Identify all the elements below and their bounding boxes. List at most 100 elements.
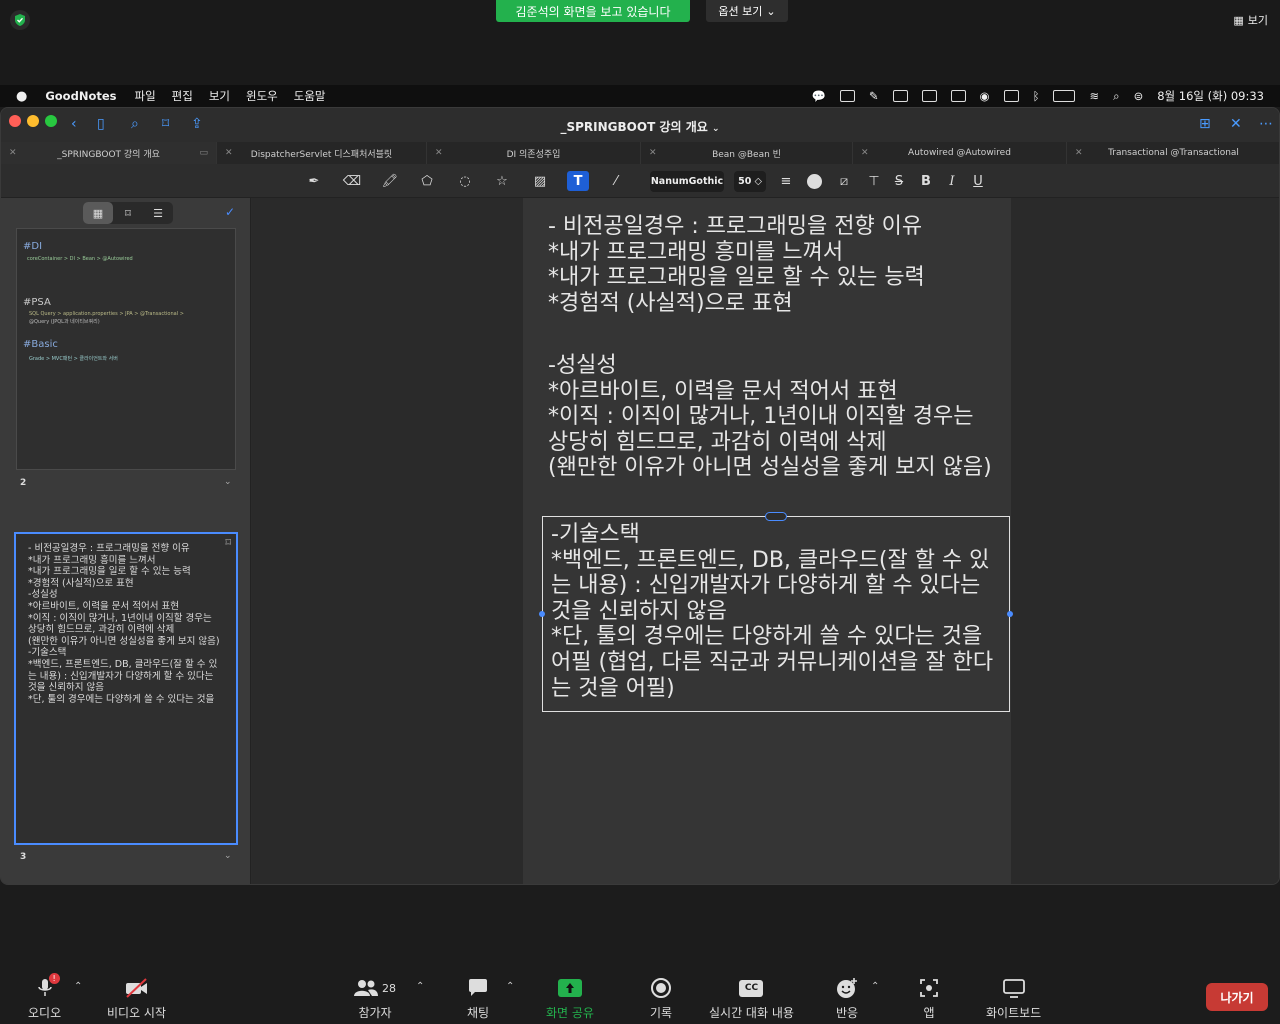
search-icon[interactable]: ⌕ xyxy=(1113,89,1119,104)
app-menu[interactable]: GoodNotes xyxy=(45,89,116,103)
elements-icon[interactable]: ☆ xyxy=(491,171,513,191)
keyboard-icon[interactable] xyxy=(1003,90,1019,102)
text-block-non-major[interactable]: - 비전공일경우 : 프로그래밍을 전향 이유 *내가 프로그래밍 흥미를 느껴… xyxy=(548,214,925,316)
share-screen-button[interactable]: 화면 공유 xyxy=(546,977,594,1021)
bookmarks-view-icon[interactable]: ⌑ xyxy=(113,202,143,224)
font-name-selector[interactable]: NanumGothic xyxy=(650,171,724,192)
control-center-icon[interactable]: ⊜ xyxy=(1134,89,1144,103)
chevron-down-icon[interactable]: ⌄ xyxy=(224,477,232,487)
menu-help[interactable]: 도움말 xyxy=(294,88,326,104)
close-icon[interactable]: ✕ xyxy=(1075,148,1083,158)
laser-pointer-icon[interactable]: ⁄ xyxy=(605,171,627,191)
security-shield-icon[interactable] xyxy=(10,10,30,30)
cloud-icon[interactable] xyxy=(950,90,966,102)
outline-view-icon[interactable]: ☰ xyxy=(143,202,173,224)
page-thumbnail-2[interactable]: #DI coreContainer > DI > Bean > @Autowir… xyxy=(16,228,236,470)
tab-autowired[interactable]: ✕ Autowired @Autowired xyxy=(853,142,1067,164)
audio-button[interactable]: ! 오디오 xyxy=(28,973,61,1021)
reactions-button[interactable]: 반응 xyxy=(834,977,860,1021)
bookmark-icon[interactable]: ⌑ xyxy=(225,536,231,549)
add-page-icon[interactable]: ⊞ xyxy=(1199,116,1211,132)
close-icon[interactable]: ✕ xyxy=(225,148,233,158)
close-icon[interactable]: ✕ xyxy=(861,148,869,158)
close-icon[interactable]: ✕ xyxy=(9,148,17,158)
apps-button[interactable]: 앱 xyxy=(916,977,942,1021)
title-bar: ‹ ▯ ⌕ ⌑ ⇪ _SPRINGBOOT 강의 개요 ⌄ ⊞ ✕ ⋯ xyxy=(1,108,1279,142)
video-button[interactable]: 비디오 시작 xyxy=(107,977,166,1021)
menu-view[interactable]: 보기 xyxy=(209,88,230,104)
close-icon[interactable]: ✕ xyxy=(435,148,443,158)
pen-status-icon[interactable]: ✎ xyxy=(869,89,879,103)
shape-tool-icon[interactable]: ⬠ xyxy=(416,171,438,191)
drive-icon[interactable] xyxy=(892,90,908,102)
split-view-icon[interactable]: ▭ xyxy=(199,148,208,158)
messages-icon[interactable]: 💬 xyxy=(812,89,826,103)
font-size-selector[interactable]: 50 ◇ xyxy=(734,171,766,192)
reactions-options-caret[interactable]: ⌃ xyxy=(871,981,879,992)
reactions-icon xyxy=(834,977,860,999)
screen-icon[interactable] xyxy=(921,90,937,102)
battery-icon[interactable] xyxy=(1053,90,1076,102)
chevron-down-icon[interactable]: ⌄ xyxy=(224,851,232,861)
strikethrough-icon[interactable]: S xyxy=(888,171,910,191)
thumbnails-view-icon[interactable]: ▦ xyxy=(83,202,113,224)
apple-icon[interactable]: ● xyxy=(16,89,27,104)
tab-bean[interactable]: ✕ Bean @Bean 빈 xyxy=(641,142,853,164)
text-tool-icon[interactable]: T xyxy=(567,171,589,191)
text-block-tech-stack[interactable]: -기술스택 *백엔드, 프론트엔드, DB, 클라우드(잘 할 수 있 는 내용… xyxy=(551,522,993,701)
text-color-icon[interactable] xyxy=(803,171,825,191)
selected-text-box[interactable]: -기술스택 *백엔드, 프론트엔드, DB, 클라우드(잘 할 수 있 는 내용… xyxy=(539,512,1013,712)
participants-button[interactable]: 28 참가자 xyxy=(350,977,400,1021)
screen-share-banner: 김준석의 화면을 보고 있습니다 xyxy=(496,0,690,22)
select-pages-icon[interactable]: ✓ xyxy=(225,205,235,219)
tab-dispatcherservlet[interactable]: ✕ DispatcherServlet 디스패처서블릿 xyxy=(217,142,427,164)
image-icon[interactable]: ▨ xyxy=(529,171,551,191)
document-title[interactable]: _SPRINGBOOT 강의 개요 ⌄ xyxy=(1,118,1279,135)
close-icon[interactable]: ✕ xyxy=(1230,116,1242,132)
bold-icon[interactable]: B xyxy=(915,171,937,191)
tab-springboot[interactable]: ✕ _SPRINGBOOT 강의 개요 ▭ xyxy=(1,142,217,164)
tab-transactional[interactable]: ✕ Transactional @Transactional xyxy=(1067,142,1279,164)
pen-icon[interactable]: ✒ xyxy=(303,171,325,191)
tab-di[interactable]: ✕ DI 의존성주입 xyxy=(427,142,641,164)
whiteboard-button[interactable]: 화이트보드 xyxy=(986,977,1041,1021)
lasso-icon[interactable]: ◌ xyxy=(454,171,476,191)
window-layout-icon[interactable] xyxy=(839,90,855,102)
note-canvas[interactable]: - 비전공일경우 : 프로그래밍을 전향 이유 *내가 프로그래밍 흥미를 느껴… xyxy=(252,198,1279,884)
highlighter-icon[interactable]: 🖍 xyxy=(379,171,401,191)
leave-meeting-button[interactable]: 나가기 xyxy=(1206,983,1268,1011)
menu-edit[interactable]: 편집 xyxy=(172,88,193,104)
note-page[interactable]: - 비전공일경우 : 프로그래밍을 전향 이유 *내가 프로그래밍 흥미를 느껴… xyxy=(523,198,1013,884)
resize-handle-left[interactable] xyxy=(539,611,545,617)
no-fill-icon[interactable]: ⧄ xyxy=(833,171,855,191)
chat-options-caret[interactable]: ⌃ xyxy=(506,981,514,992)
menubar-datetime[interactable]: 8월 16일 (화) 09:33 xyxy=(1157,88,1264,104)
text-block-sincerity[interactable]: -성실성 *아르바이트, 이력을 문서 적어서 표현 *이직 : 이직이 많거나… xyxy=(548,353,992,481)
underline-icon[interactable]: U xyxy=(967,171,989,191)
page-thumbnail-3[interactable]: ⌑ - 비전공일경우 : 프로그래밍을 전향 이유 *내가 프로그래밍 흥미를 … xyxy=(14,532,238,845)
record-button[interactable]: 기록 xyxy=(648,977,674,1021)
italic-icon[interactable]: I xyxy=(941,171,963,191)
eraser-icon[interactable]: ⌫ xyxy=(341,171,363,191)
captions-button[interactable]: CC 실시간 대화 내용 xyxy=(709,977,794,1021)
chat-button[interactable]: 채팅 xyxy=(465,977,491,1021)
thumb-line: -성실성 xyxy=(28,589,58,601)
play-icon[interactable]: ◉ xyxy=(980,89,990,103)
drag-handle[interactable] xyxy=(765,512,787,521)
view-options-label: 옵션 보기 xyxy=(718,5,763,18)
resize-handle-right[interactable] xyxy=(1007,611,1013,617)
audio-options-caret[interactable]: ⌃ xyxy=(74,981,82,992)
bluetooth-icon[interactable]: ᛒ xyxy=(1033,89,1040,103)
wifi-icon[interactable]: ≋ xyxy=(1089,89,1099,103)
participants-options-caret[interactable]: ⌃ xyxy=(416,981,424,992)
close-icon[interactable]: ✕ xyxy=(649,148,657,158)
more-icon[interactable]: ⋯ xyxy=(1259,116,1273,132)
view-options-button[interactable]: 옵션 보기 ⌄ xyxy=(706,0,788,22)
view-button[interactable]: ▦ 보기 xyxy=(1233,10,1268,30)
menu-window[interactable]: 윈도우 xyxy=(246,88,278,104)
align-icon[interactable]: ≡ xyxy=(775,171,797,191)
text-style-icon[interactable]: ⊤ xyxy=(863,171,885,191)
document-tabs: ✕ _SPRINGBOOT 강의 개요 ▭ ✕ DispatcherServle… xyxy=(1,142,1279,164)
chevron-down-icon: ⌄ xyxy=(711,124,720,134)
menu-file[interactable]: 파일 xyxy=(134,88,155,104)
